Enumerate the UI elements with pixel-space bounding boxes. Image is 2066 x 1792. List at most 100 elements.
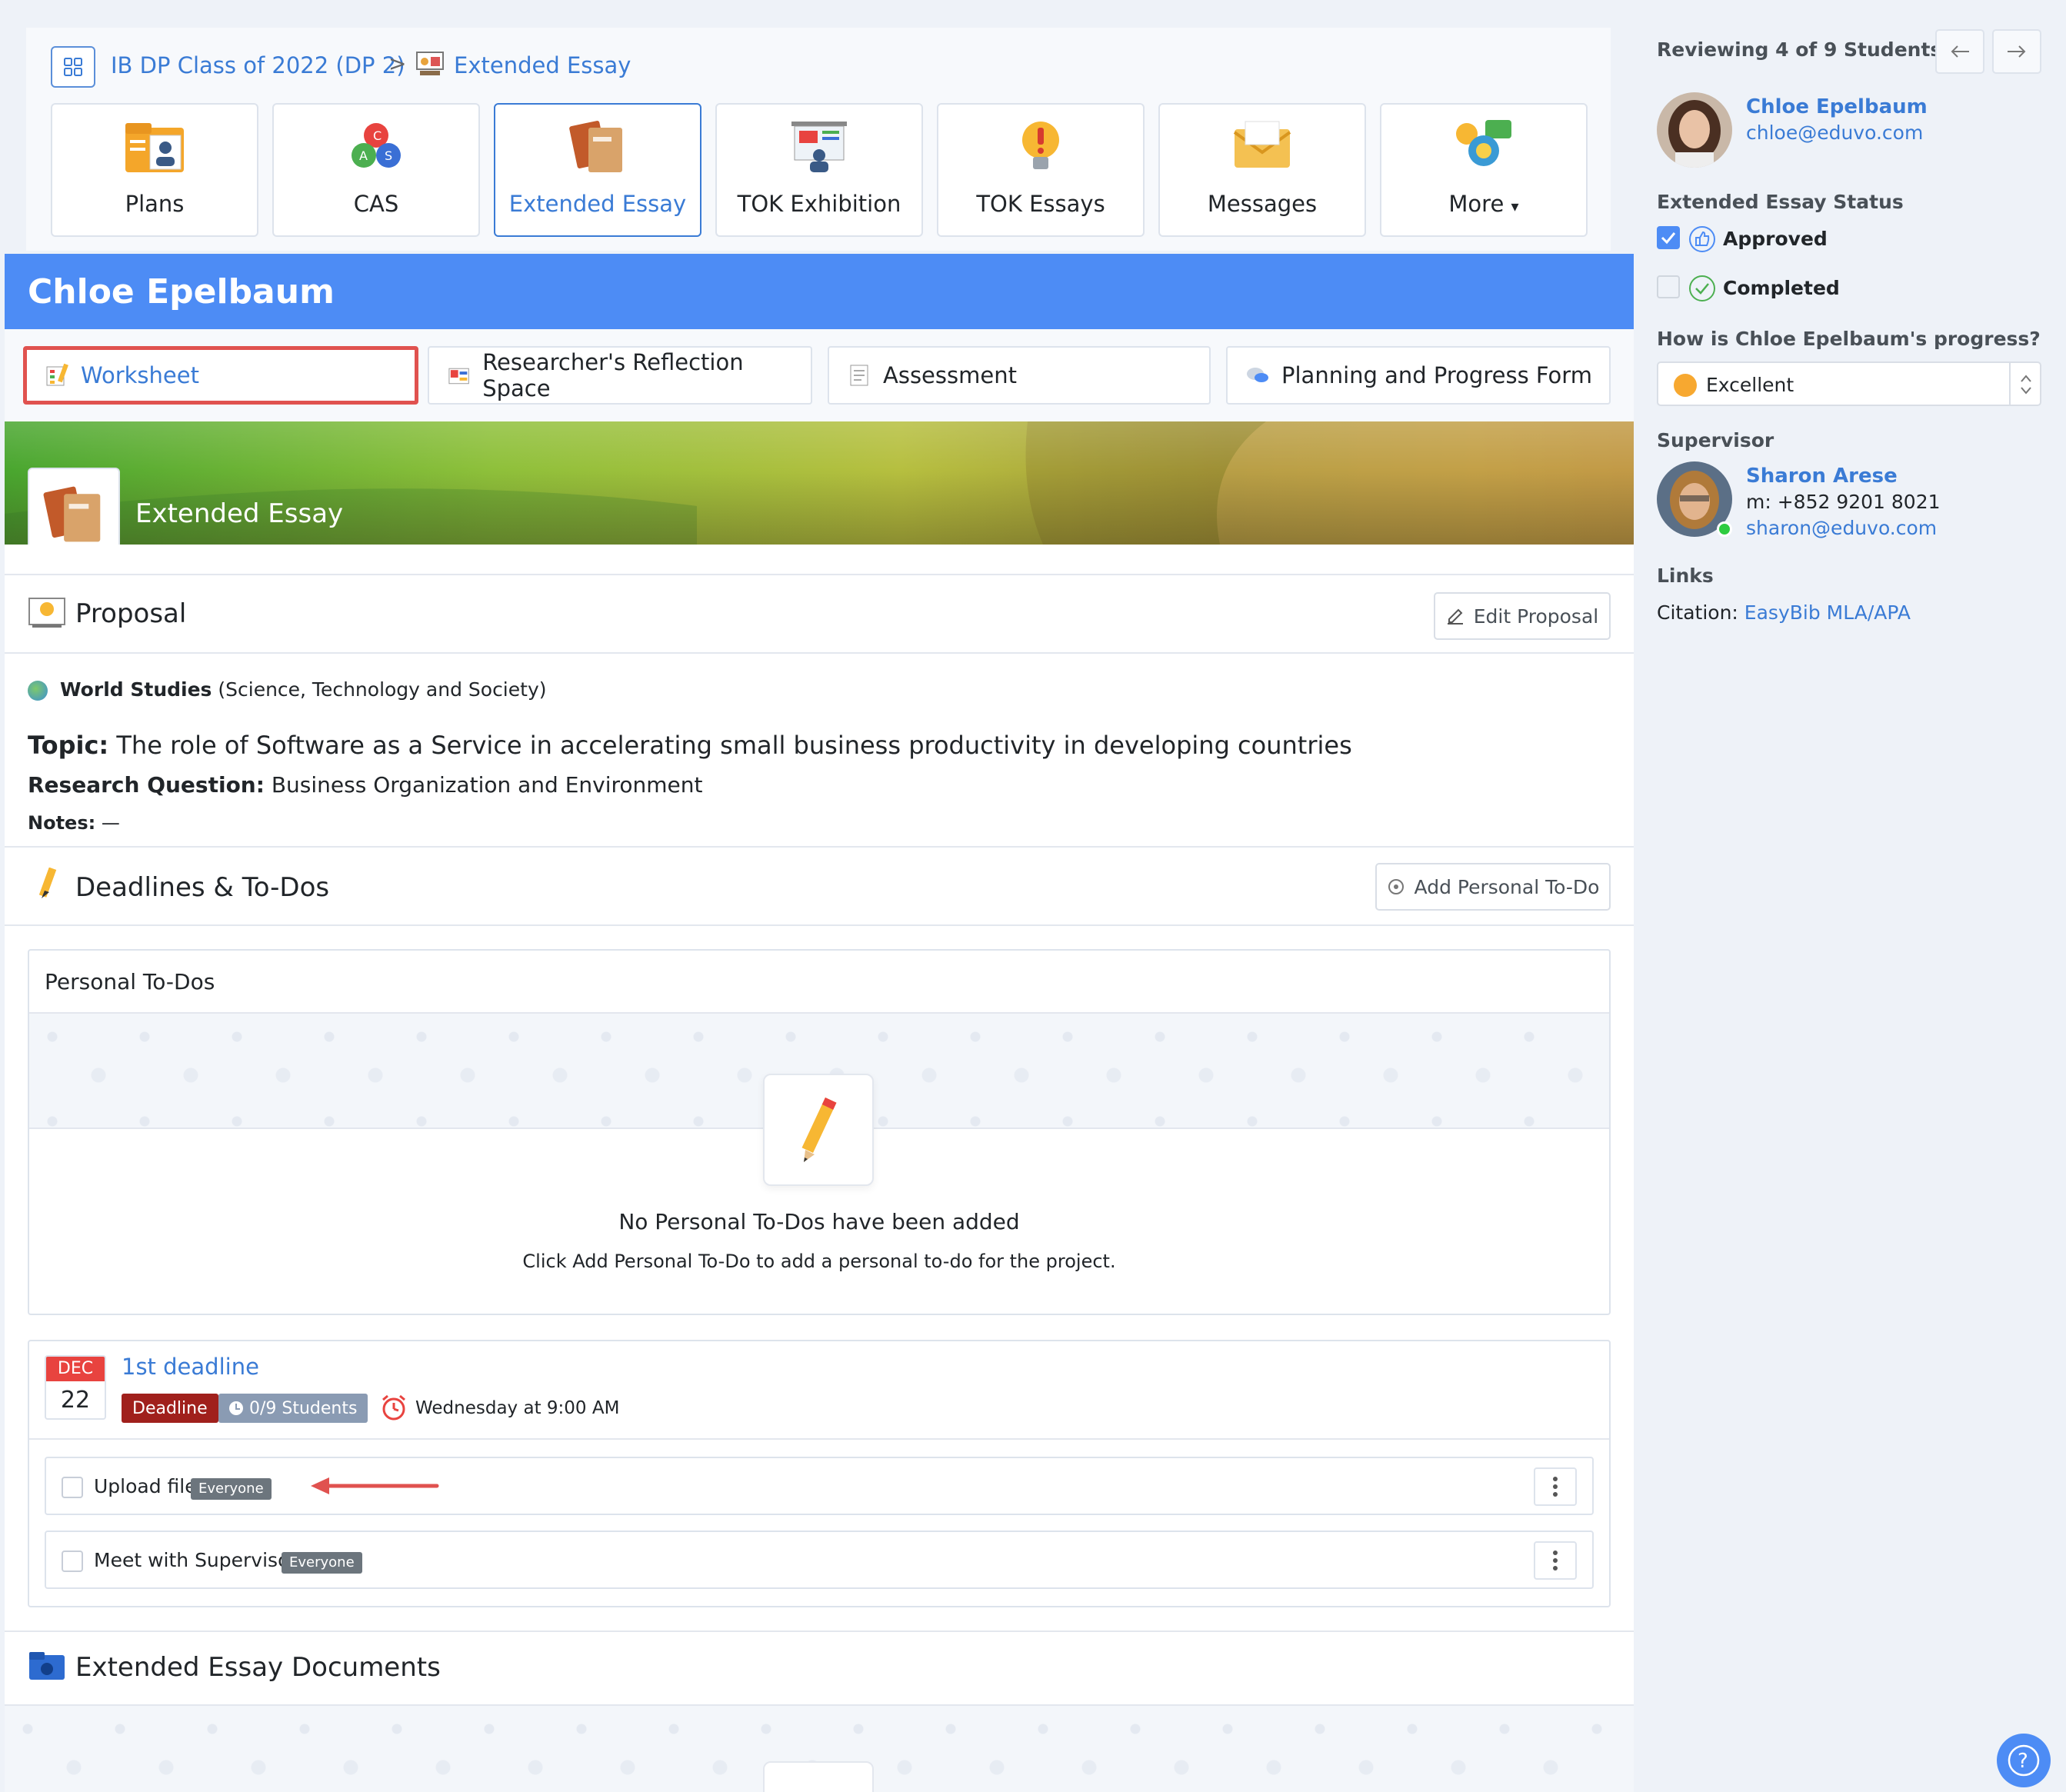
module-tile-messages[interactable]: Messages	[1158, 103, 1366, 237]
task-label: Upload file	[94, 1475, 197, 1497]
document-lines-icon	[850, 365, 868, 386]
tab-label: Planning and Progress Form	[1281, 362, 1592, 388]
documents-title: Extended Essay Documents	[75, 1652, 441, 1683]
empty-state-text: Click Add Personal To-Do to add a person…	[522, 1251, 1116, 1272]
question-circle-icon: ?	[2008, 1744, 2040, 1777]
module-tile-plans[interactable]: Plans	[51, 103, 258, 237]
right-sidebar	[1634, 0, 2066, 1792]
notes-label: Notes:	[28, 812, 96, 834]
pencil-icon	[1447, 608, 1463, 625]
task-options-button[interactable]	[1534, 1541, 1577, 1580]
tab-researchers-reflection-space[interactable]: Researcher's Reflection Space	[428, 346, 812, 405]
module-tile-extended-essay[interactable]: Extended Essay	[494, 103, 701, 237]
progress-select[interactable]: Excellent	[1657, 361, 2041, 406]
empty-state-icon-box	[763, 1074, 874, 1186]
module-tile-tok-essays[interactable]: TOK Essays	[937, 103, 1145, 237]
presentation-icon	[791, 122, 847, 172]
task-row: Upload file Everyone	[45, 1457, 1594, 1515]
chevron-up-down-icon	[2021, 375, 2031, 395]
folder-icon	[29, 1652, 65, 1680]
next-student-button[interactable]	[1992, 29, 2041, 74]
svg-text:?: ?	[2018, 1750, 2028, 1773]
hero-title: Extended Essay	[135, 498, 344, 529]
supervisor-title: Supervisor	[1657, 429, 1774, 451]
worksheet-icon	[46, 363, 68, 386]
tab-assessment[interactable]: Assessment	[828, 346, 1211, 405]
divider	[5, 1630, 1634, 1632]
supervisor-name-link[interactable]: Sharon Arese	[1746, 465, 1898, 488]
status-title: Extended Essay Status	[1657, 191, 1904, 213]
badge-label: 0/9 Students	[249, 1398, 358, 1418]
notes-text: —	[101, 812, 120, 834]
calendar-day: 22	[60, 1387, 91, 1414]
deadline-badge: Deadline	[122, 1394, 218, 1423]
supervisor-email-link[interactable]: sharon@eduvo.com	[1746, 517, 1937, 539]
tab-label: Worksheet	[81, 362, 199, 388]
module-tile-cas[interactable]: C A S CAS	[272, 103, 480, 237]
completed-checkbox[interactable]	[1657, 275, 1680, 298]
tab-worksheet[interactable]: Worksheet	[23, 346, 418, 405]
progress-question: How is Chloe Epelbaum's progress?	[1657, 328, 2041, 350]
edit-proposal-button[interactable]: Edit Proposal	[1434, 592, 1611, 640]
topic-label: Topic:	[28, 731, 109, 760]
help-button[interactable]: ?	[1997, 1734, 2051, 1787]
students-progress-badge[interactable]: 0/9 Students	[218, 1394, 368, 1423]
svg-text:C: C	[373, 128, 382, 143]
clock-icon	[229, 1401, 243, 1415]
previous-student-button[interactable]	[1935, 29, 1984, 74]
student-name-link[interactable]: Chloe Epelbaum	[1746, 95, 1928, 118]
divider	[5, 574, 1634, 575]
module-label: Extended Essay	[508, 191, 687, 217]
presentation-board-icon	[28, 598, 65, 628]
add-personal-todo-button[interactable]: Add Personal To-Do	[1375, 863, 1611, 911]
breadcrumb-separator: >	[388, 51, 407, 76]
grid-menu-button[interactable]	[51, 46, 95, 88]
reflection-icon	[448, 368, 469, 385]
task-options-button[interactable]	[1534, 1467, 1577, 1506]
svg-text:A: A	[359, 148, 368, 163]
svg-text:S: S	[385, 148, 392, 163]
progress-value: Excellent	[1706, 374, 1794, 396]
presentation-icon	[416, 52, 444, 75]
rq-text: Business Organization and Environment	[271, 772, 703, 798]
subject-detail: (Science, Technology and Society)	[218, 678, 547, 701]
approved-label: Approved	[1723, 228, 1828, 250]
task-checkbox[interactable]	[62, 1477, 83, 1498]
deadline-title-link[interactable]: 1st deadline	[122, 1354, 259, 1380]
reviewing-count: Reviewing 4 of 9 Students	[1657, 38, 1942, 61]
module-label: CAS	[353, 191, 399, 217]
calendar-month: DEC	[46, 1357, 105, 1381]
tab-planning-progress-form[interactable]: Planning and Progress Form	[1226, 346, 1611, 405]
select-divider	[2009, 363, 2011, 405]
books-icon	[569, 121, 622, 172]
module-tile-tok-exhibition[interactable]: TOK Exhibition	[715, 103, 923, 237]
breadcrumb-current[interactable]: Extended Essay	[454, 52, 631, 78]
target-icon	[1388, 879, 1404, 894]
topic-text: The role of Software as a Service in acc…	[116, 731, 1352, 760]
student-photo	[1657, 92, 1732, 168]
approved-checkbox[interactable]	[1657, 226, 1680, 249]
subject-name: World Studies	[60, 678, 212, 701]
citation-link[interactable]: EasyBib MLA/APA	[1744, 601, 1911, 624]
badge-label: Deadline	[132, 1398, 208, 1418]
online-status-dot	[1717, 521, 1732, 537]
student-avatar	[1657, 92, 1732, 168]
task-checkbox[interactable]	[62, 1551, 83, 1572]
divider	[5, 652, 1634, 654]
research-question-line: Research Question: Business Organization…	[28, 772, 703, 798]
books-icon	[43, 486, 101, 542]
citation-label: Citation:	[1657, 601, 1738, 624]
globe-icon	[28, 681, 48, 701]
links-title: Links	[1657, 565, 1714, 587]
cas-triangle-icon: C A S	[352, 123, 401, 168]
module-label: TOK Exhibition	[737, 191, 901, 217]
tab-label: Assessment	[883, 362, 1017, 388]
breadcrumb-class-link[interactable]: IB DP Class of 2022 (DP 2)	[111, 52, 405, 78]
divider	[5, 846, 1634, 848]
student-email-link[interactable]: chloe@eduvo.com	[1746, 122, 1923, 144]
button-label: Edit Proposal	[1473, 605, 1599, 628]
module-tile-more[interactable]: More ▾	[1380, 103, 1588, 237]
calendar-date-badge: DEC 22	[45, 1355, 106, 1420]
tab-label: Researcher's Reflection Space	[482, 349, 744, 401]
folder-person-icon	[125, 123, 184, 172]
